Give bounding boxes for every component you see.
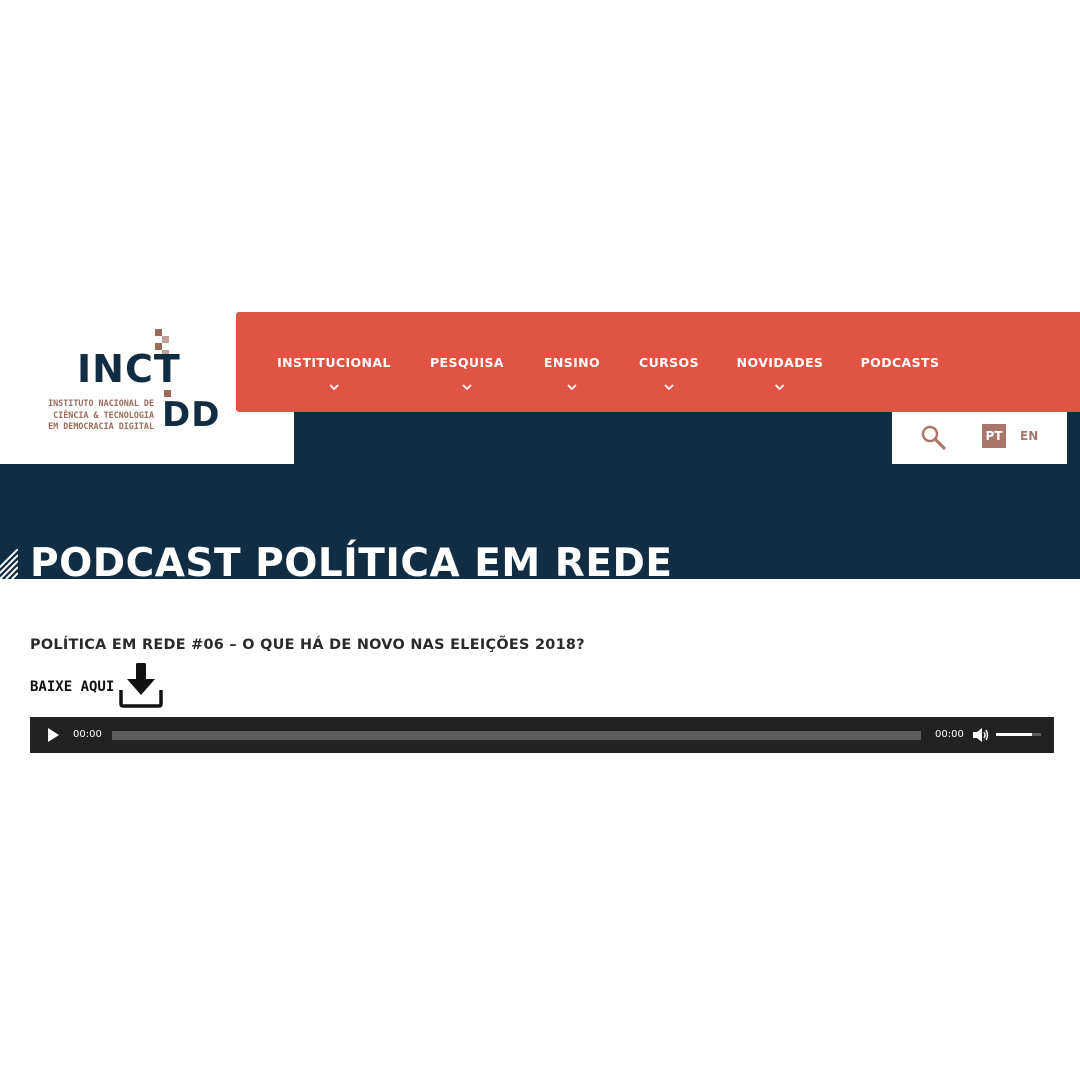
chevron-down-icon xyxy=(329,384,339,391)
progress-bar[interactable] xyxy=(112,731,921,740)
page-title: PODCAST POLÍTICA EM REDE xyxy=(30,541,673,579)
download-label[interactable]: BAIXE AQUI xyxy=(30,679,114,695)
nav-item-label: NOVIDADES xyxy=(736,355,824,370)
chevron-down-icon xyxy=(775,384,785,391)
volume-icon[interactable] xyxy=(972,727,990,743)
logo-acronym-dd: DD xyxy=(162,395,221,435)
nav-item-novidades[interactable]: NOVIDADES xyxy=(737,355,824,392)
nav-item-podcasts[interactable]: PODCASTS xyxy=(861,355,940,370)
nav-item-label: ENSINO xyxy=(543,355,601,370)
download-icon[interactable] xyxy=(118,662,164,708)
page-title-area: PODCAST POLÍTICA EM REDE xyxy=(0,530,1080,579)
nav-item-label: INSTITUCIONAL xyxy=(277,355,391,370)
language-pt-button[interactable]: PT xyxy=(982,424,1006,448)
search-icon[interactable] xyxy=(920,424,946,450)
chevron-down-icon xyxy=(664,384,674,391)
nav-item-cursos[interactable]: CURSOS xyxy=(639,355,699,392)
logo-acronym-inct: INCT xyxy=(77,347,181,391)
nav-item-label: PODCASTS xyxy=(860,355,940,370)
logo-subtitle-line: CIÊNCIA & TECNOLOGIA xyxy=(53,409,154,420)
logo-subtitle: INSTITUTO NACIONAL DE CIÊNCIA & TECNOLOG… xyxy=(28,398,154,433)
nav-item-label: PESQUISA xyxy=(429,355,505,370)
chevron-down-icon xyxy=(567,384,577,391)
volume-slider[interactable] xyxy=(996,733,1041,736)
nav-item-institucional[interactable]: INSTITUCIONAL xyxy=(277,355,391,392)
duration-time: 00:00 xyxy=(935,729,964,740)
logo-square xyxy=(162,336,169,343)
chevron-down-icon xyxy=(462,384,472,391)
nav-item-label: CURSOS xyxy=(639,355,699,370)
diagonal-stripes-icon xyxy=(0,549,18,579)
nav-item-pesquisa[interactable]: PESQUISA xyxy=(430,355,504,392)
current-time: 00:00 xyxy=(73,729,102,740)
volume-fill xyxy=(996,733,1032,736)
audio-player: 00:00 00:00 xyxy=(30,717,1054,753)
episode-title: POLÍTICA EM REDE #06 – O QUE HÁ DE NOVO … xyxy=(30,637,585,653)
logo-subtitle-line: EM DEMOCRACIA DIGITAL xyxy=(48,421,154,431)
logo-square xyxy=(155,329,162,336)
nav-item-ensino[interactable]: ENSINO xyxy=(544,355,600,392)
play-icon[interactable] xyxy=(46,728,60,742)
language-en-button[interactable]: EN xyxy=(1020,424,1038,448)
logo-subtitle-line: INSTITUTO NACIONAL DE xyxy=(48,398,154,408)
download-link[interactable]: BAIXE AQUI xyxy=(30,662,164,708)
utility-bar xyxy=(892,412,1067,464)
